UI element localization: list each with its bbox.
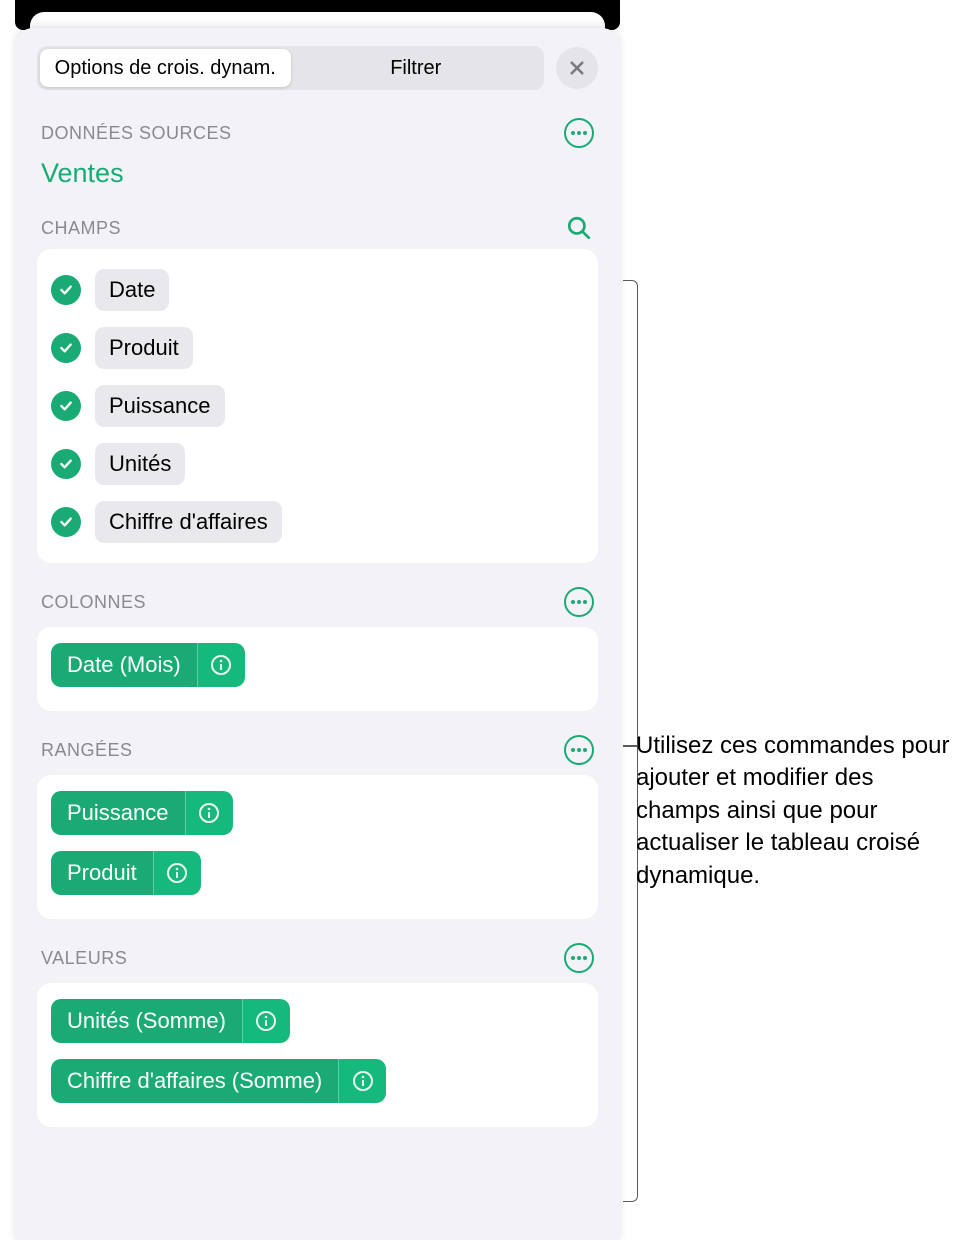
columns-more-button[interactable] (564, 587, 594, 617)
checkmark-icon (51, 333, 81, 363)
columns-section: COLONNES Date (Mois) (37, 587, 598, 711)
ellipsis-icon (571, 956, 587, 960)
field-item-puissance[interactable]: Puissance (51, 377, 584, 435)
field-item-chiffre[interactable]: Chiffre d'affaires (51, 493, 584, 551)
checkmark-icon (51, 507, 81, 537)
field-item-produit[interactable]: Produit (51, 319, 584, 377)
callout-bracket (608, 280, 638, 1202)
rows-more-button[interactable] (564, 735, 594, 765)
values-section: VALEURS Unités (Somme) Chiffre d'affaire… (37, 943, 598, 1127)
checkmark-icon (51, 449, 81, 479)
info-icon (351, 1069, 375, 1093)
pill-info-button[interactable] (153, 851, 201, 895)
pill-label: Date (Mois) (51, 643, 197, 687)
source-data-header: DONNÉES SOURCES (37, 118, 598, 148)
ellipsis-icon (571, 748, 587, 752)
rows-section: RANGÉES Puissance Produit (37, 735, 598, 919)
fields-label: CHAMPS (41, 218, 121, 239)
field-chip: Chiffre d'affaires (95, 501, 282, 543)
segmented-control: Options de crois. dynam. Filtrer (37, 46, 544, 90)
source-table-name[interactable]: Ventes (37, 154, 598, 213)
info-icon (197, 801, 221, 825)
source-data-more-button[interactable] (564, 118, 594, 148)
field-chip: Puissance (95, 385, 225, 427)
pill-info-button[interactable] (338, 1059, 386, 1103)
pill-label: Produit (51, 851, 153, 895)
info-icon (254, 1009, 278, 1033)
pill-info-button[interactable] (185, 791, 233, 835)
field-chip: Produit (95, 327, 193, 369)
field-item-date[interactable]: Date (51, 261, 584, 319)
checkmark-icon (51, 391, 81, 421)
pill-info-button[interactable] (197, 643, 245, 687)
values-label: VALEURS (41, 948, 127, 969)
column-pill-date[interactable]: Date (Mois) (51, 643, 245, 687)
pill-info-button[interactable] (242, 999, 290, 1043)
close-icon (568, 59, 586, 77)
ellipsis-icon (571, 600, 587, 604)
close-button[interactable] (556, 47, 598, 89)
tab-pivot-options[interactable]: Options de crois. dynam. (40, 49, 291, 87)
callout-leader-line (623, 745, 637, 747)
field-chip: Unités (95, 443, 185, 485)
pill-label: Puissance (51, 791, 185, 835)
fields-search-button[interactable] (564, 213, 594, 243)
fields-header: CHAMPS (37, 213, 598, 243)
rows-label: RANGÉES (41, 740, 133, 761)
field-chip: Date (95, 269, 169, 311)
pivot-options-panel: Options de crois. dynam. Filtrer DONNÉES… (15, 28, 620, 1240)
checkmark-icon (51, 275, 81, 305)
value-pill-chiffre[interactable]: Chiffre d'affaires (Somme) (51, 1059, 386, 1103)
values-more-button[interactable] (564, 943, 594, 973)
search-icon (566, 215, 592, 241)
panel-header: Options de crois. dynam. Filtrer (37, 46, 598, 90)
fields-list: Date Produit Puissance Unités Chiffre d'… (37, 249, 598, 563)
source-data-label: DONNÉES SOURCES (41, 123, 232, 144)
callout-text: Utilisez ces commandes pour ajouter et m… (636, 730, 956, 892)
row-pill-produit[interactable]: Produit (51, 851, 201, 895)
row-pill-puissance[interactable]: Puissance (51, 791, 233, 835)
info-icon (209, 653, 233, 677)
ellipsis-icon (571, 131, 587, 135)
info-icon (165, 861, 189, 885)
columns-label: COLONNES (41, 592, 146, 613)
pill-label: Unités (Somme) (51, 999, 242, 1043)
tab-filter[interactable]: Filtrer (291, 49, 542, 87)
value-pill-unites[interactable]: Unités (Somme) (51, 999, 290, 1043)
pill-label: Chiffre d'affaires (Somme) (51, 1059, 338, 1103)
field-item-unites[interactable]: Unités (51, 435, 584, 493)
